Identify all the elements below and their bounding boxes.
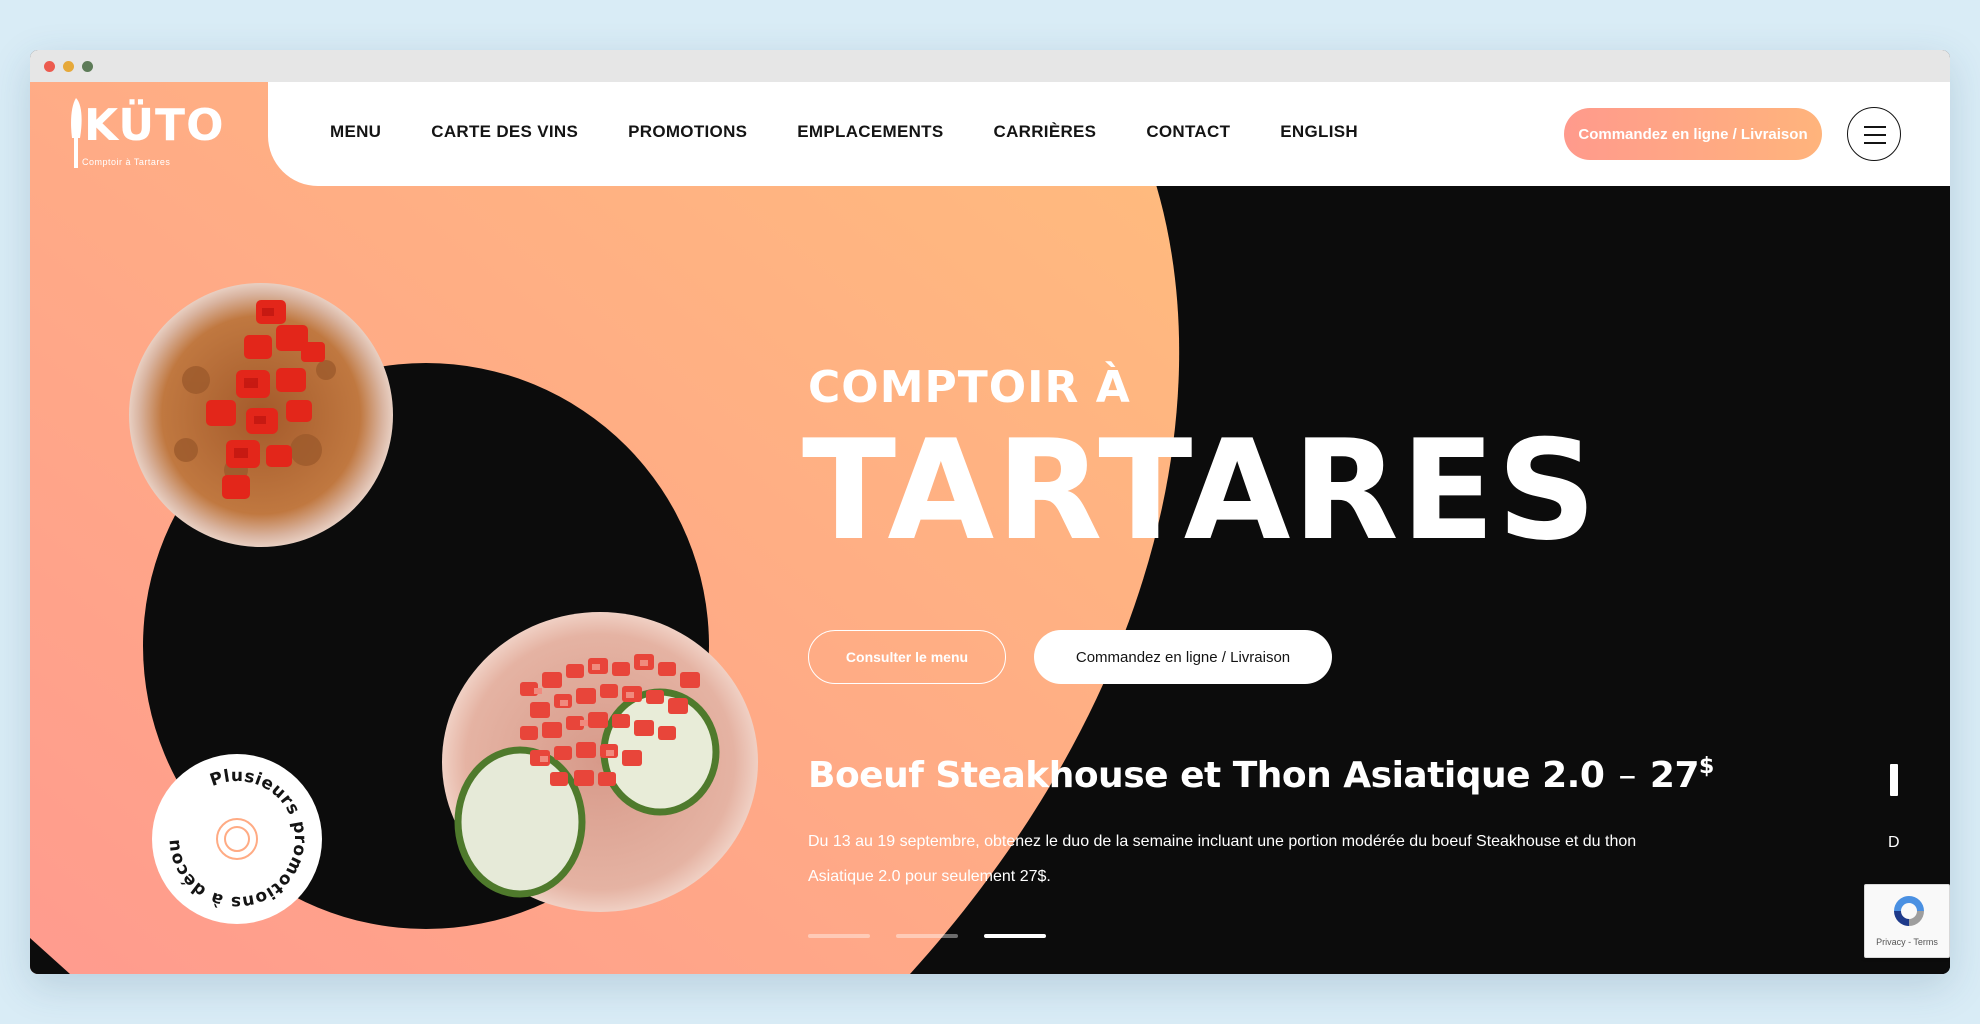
promo-name: Boeuf Steakhouse et Thon Asiatique 2.0 — [808, 755, 1605, 796]
next-slide-initial: D — [1888, 834, 1900, 851]
recaptcha-badge[interactable]: Privacy - Terms — [1864, 884, 1950, 958]
recaptcha-terms[interactable]: Privacy - Terms — [1865, 937, 1949, 947]
nav-item-promotions[interactable]: PROMOTIONS — [628, 122, 747, 142]
order-online-button[interactable]: Commandez en ligne / Livraison — [1564, 108, 1822, 160]
logo-tagline: Comptoir à Tartares — [82, 157, 171, 167]
svg-text:Plusieurs promotions à découvr: Plusieurs promotions à découvrir ! — [152, 754, 310, 912]
nav-item-menu[interactable]: MENU — [330, 122, 381, 142]
nav-item-carrieres[interactable]: CARRIÈRES — [994, 122, 1097, 142]
slider-pagination — [808, 934, 1046, 938]
main-nav: MENU CARTE DES VINS PROMOTIONS EMPLACEME… — [330, 122, 1358, 142]
nav-item-contact[interactable]: CONTACT — [1146, 122, 1230, 142]
promo-title: Boeuf Steakhouse et Thon Asiatique 2.0–2… — [808, 754, 1714, 796]
logo-wordmark: KÜTO — [84, 100, 225, 151]
page-viewport: KÜTO Comptoir à Tartares MENU CARTE DES … — [30, 82, 1950, 974]
tartare-plate-top — [129, 283, 393, 547]
hero-order-button[interactable]: Commandez en ligne / Livraison — [1034, 630, 1332, 684]
badge-inner-ring-icon — [224, 826, 250, 852]
minimize-window-dot[interactable] — [63, 61, 74, 72]
nav-item-carte-des-vins[interactable]: CARTE DES VINS — [431, 122, 578, 142]
promotions-badge-graphic: Plusieurs promotions à découvrir ! — [152, 754, 310, 912]
hero-subtitle: COMPTOIR À — [808, 362, 1131, 413]
promo-description: Du 13 au 19 septembre, obtenez le duo de… — [808, 833, 1637, 885]
browser-chrome — [30, 50, 1950, 82]
close-window-dot[interactable] — [44, 61, 55, 72]
promo-price: 27 — [1649, 755, 1700, 796]
recaptcha-icon — [1894, 896, 1924, 926]
tartare-plate-bottom — [442, 612, 758, 912]
nav-item-emplacements[interactable]: EMPLACEMENTS — [797, 122, 943, 142]
browser-window: KÜTO Comptoir à Tartares MENU CARTE DES … — [30, 50, 1950, 974]
promo-currency: $ — [1699, 754, 1714, 779]
next-slide-peek — [1890, 764, 1898, 796]
hero-title: TARTARES — [802, 410, 1599, 571]
hamburger-icon[interactable] — [1847, 107, 1901, 161]
maximize-window-dot[interactable] — [82, 61, 93, 72]
slider-dot-1[interactable] — [808, 934, 870, 938]
badge-outer-ring-icon — [216, 818, 258, 860]
badge-ring-text: Plusieurs promotions à découvrir ! — [152, 754, 310, 912]
view-menu-button[interactable]: Consulter le menu — [808, 630, 1006, 684]
promotions-badge[interactable]: Plusieurs promotions à découvrir ! — [152, 754, 322, 924]
site-logo[interactable]: KÜTO Comptoir à Tartares — [66, 94, 223, 174]
nav-item-english[interactable]: ENGLISH — [1280, 122, 1358, 142]
slider-dot-3[interactable] — [984, 934, 1046, 938]
promo-dash: – — [1618, 755, 1636, 796]
slider-dot-2[interactable] — [896, 934, 958, 938]
